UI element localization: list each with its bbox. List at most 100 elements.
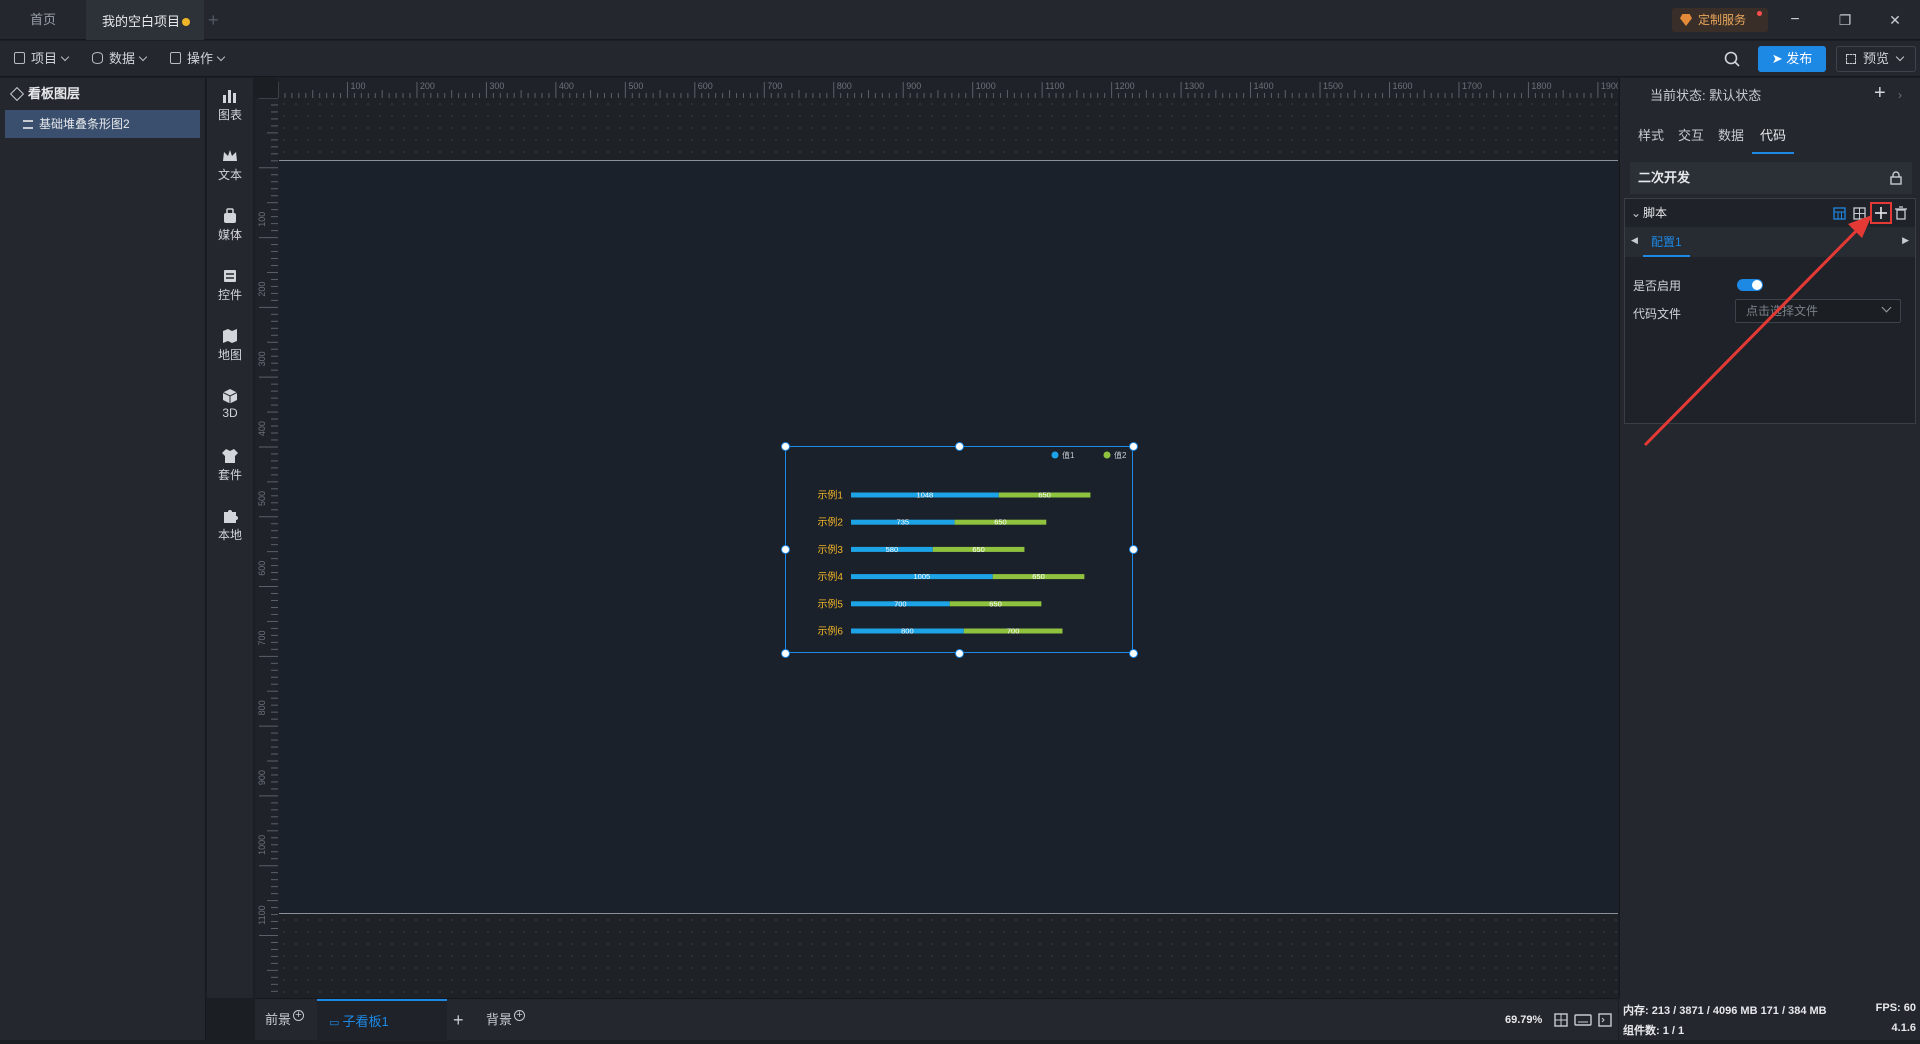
chevron-down-icon xyxy=(60,52,70,62)
secondary-dev-title: 二次开发 xyxy=(1638,170,1691,185)
preview-button[interactable]: 预览 xyxy=(1836,46,1916,72)
ruler-label: 1700 xyxy=(1462,81,1482,91)
component-map[interactable]: 地图 xyxy=(207,328,253,363)
component-suite[interactable]: 套件 xyxy=(207,448,253,483)
publish-label: 发布 xyxy=(1786,51,1813,66)
resize-handle[interactable] xyxy=(1128,441,1138,451)
custom-service-label: 定制服务 xyxy=(1698,13,1747,27)
ruler-horizontal: 100 200 300 400 500 600 700 800 900 1000 1100 1200 1… xyxy=(278,78,1618,98)
puzzle-icon xyxy=(224,510,238,523)
tab-project[interactable]: 我的空白项目 xyxy=(86,0,204,40)
ruler-label: 700 xyxy=(257,630,267,645)
ruler-label: 1600 xyxy=(1392,81,1412,91)
cube-icon xyxy=(222,389,238,404)
resize-handle[interactable] xyxy=(954,648,964,658)
ruler-label: 1100 xyxy=(1045,81,1064,91)
component-control[interactable]: 控件 xyxy=(207,268,253,303)
layers-panel: 看板图层 基础堆叠条形图2 xyxy=(0,78,206,1040)
menu-data[interactable]: 数据 xyxy=(78,41,148,77)
annotation-arrow xyxy=(1643,215,1872,447)
layers-icon xyxy=(9,86,25,102)
tab-background[interactable]: 背景 + xyxy=(486,999,526,1041)
memory-usage: 内存: 213 / 3871 / 4096 MB 171 / 384 MB xyxy=(1623,1005,1827,1017)
properties-tabs: 样式 交互 数据 代码 xyxy=(1620,118,1920,154)
chevron-down-icon xyxy=(138,52,148,62)
ruler-label: 200 xyxy=(257,282,267,297)
bar-chart-layer-icon xyxy=(23,120,33,129)
layer-item[interactable]: 基础堆叠条形图2 xyxy=(5,110,200,138)
component-control-label: 控件 xyxy=(217,288,242,302)
tab-style[interactable]: 样式 xyxy=(1638,118,1664,154)
ruler-label: 100 xyxy=(350,81,365,91)
shirt-icon xyxy=(222,449,238,463)
title-bar: 首页 我的空白项目 + 定制服务 − ❐ ✕ xyxy=(0,0,1920,40)
component-text[interactable]: 文本 xyxy=(207,148,253,183)
chevron-down-icon xyxy=(1895,52,1905,62)
keyboard-icon[interactable] xyxy=(1574,1014,1592,1026)
component-chart[interactable]: 图表 xyxy=(207,88,253,123)
unsaved-dot xyxy=(182,18,190,26)
component-local[interactable]: 本地 xyxy=(207,508,253,543)
resize-handle[interactable] xyxy=(780,648,790,658)
crown-text-icon xyxy=(223,150,237,161)
ruler-label: 300 xyxy=(489,81,504,91)
tab-foreground-label: 前景 xyxy=(265,1012,292,1027)
resize-handle[interactable] xyxy=(954,441,964,451)
plus-circle-icon[interactable]: + xyxy=(293,1010,305,1021)
component-3d[interactable]: 3D xyxy=(207,388,253,420)
ruler-label: 100 xyxy=(257,212,267,227)
minimize-button[interactable]: − xyxy=(1770,0,1820,40)
plus-circle-icon[interactable]: + xyxy=(514,1010,526,1021)
component-media-label: 媒体 xyxy=(217,228,242,242)
ruler-label: 600 xyxy=(698,81,713,91)
ruler-label: 1400 xyxy=(1254,81,1274,91)
tab-sub-board[interactable]: ▭ 子看板1 xyxy=(317,999,447,1041)
ruler-vertical: 100 200 300 400 500 600 700 800 900 1000 1100 xyxy=(255,98,278,998)
restore-button[interactable]: ❐ xyxy=(1820,0,1870,40)
resize-handle[interactable] xyxy=(780,545,790,554)
caret-right-icon[interactable]: ▶ xyxy=(1902,235,1909,246)
ruler-label: 200 xyxy=(420,81,435,91)
resize-handle[interactable] xyxy=(780,441,790,451)
menu-project[interactable]: 项目 xyxy=(0,41,70,77)
add-state-button[interactable]: + xyxy=(1874,82,1886,105)
resize-handle[interactable] xyxy=(1128,545,1138,554)
tab-foreground[interactable]: 前景 + xyxy=(265,999,305,1041)
layers-header: 看板图层 xyxy=(0,78,205,110)
bottom-bar: 前景 + ▭ 子看板1 + 背景 + 69.79% xyxy=(255,998,1618,1041)
tab-project-label: 我的空白项目 xyxy=(102,14,181,29)
ruler-label: 900 xyxy=(257,770,267,785)
component-suite-label: 套件 xyxy=(217,468,242,482)
component-chart-label: 图表 xyxy=(217,108,242,122)
preview-label: 预览 xyxy=(1863,51,1890,66)
add-tab-button[interactable]: + xyxy=(208,0,238,40)
fit-screen-icon[interactable] xyxy=(1554,1013,1568,1027)
add-board-button[interactable]: + xyxy=(453,999,464,1041)
terminal-icon[interactable] xyxy=(1598,1013,1612,1027)
lock-icon[interactable] xyxy=(1890,171,1902,185)
media-icon xyxy=(224,208,236,223)
ruler-label: 1800 xyxy=(1531,81,1551,91)
component-media[interactable]: 媒体 xyxy=(207,208,253,243)
version: 4.1.6 xyxy=(1891,1022,1916,1034)
ruler-vertical-ticks: 100 200 300 400 500 600 700 800 900 1000 1100 xyxy=(257,98,278,992)
tab-background-label: 背景 xyxy=(486,1012,513,1027)
tab-home[interactable]: 首页 xyxy=(0,0,86,40)
main-toolbar: 项目 数据 操作 ➤ 发布 预览 xyxy=(0,41,1920,77)
tab-code[interactable]: 代码 xyxy=(1752,118,1795,154)
publish-button[interactable]: ➤ 发布 xyxy=(1758,46,1826,72)
resize-handle[interactable] xyxy=(1128,648,1138,658)
tab-interaction[interactable]: 交互 xyxy=(1678,118,1704,154)
menu-operate[interactable]: 操作 xyxy=(156,41,226,77)
status-bar: 内存: 213 / 3871 / 4096 MB 171 / 384 MB FP… xyxy=(1619,998,1920,1040)
component-bar: 图表 文本 媒体 控件 地图 3D 套件 本地 xyxy=(207,78,253,998)
component-3d-label: 3D xyxy=(222,406,238,420)
search-icon[interactable] xyxy=(1724,51,1740,67)
send-icon: ➤ xyxy=(1771,51,1787,66)
custom-service-button[interactable]: 定制服务 xyxy=(1672,8,1768,32)
close-button[interactable]: ✕ xyxy=(1870,0,1920,40)
chevron-right-icon[interactable]: › xyxy=(1898,88,1902,102)
trash-icon[interactable] xyxy=(1895,206,1907,220)
caret-left-icon[interactable]: ◀ xyxy=(1631,235,1638,246)
tab-data[interactable]: 数据 xyxy=(1718,118,1744,154)
